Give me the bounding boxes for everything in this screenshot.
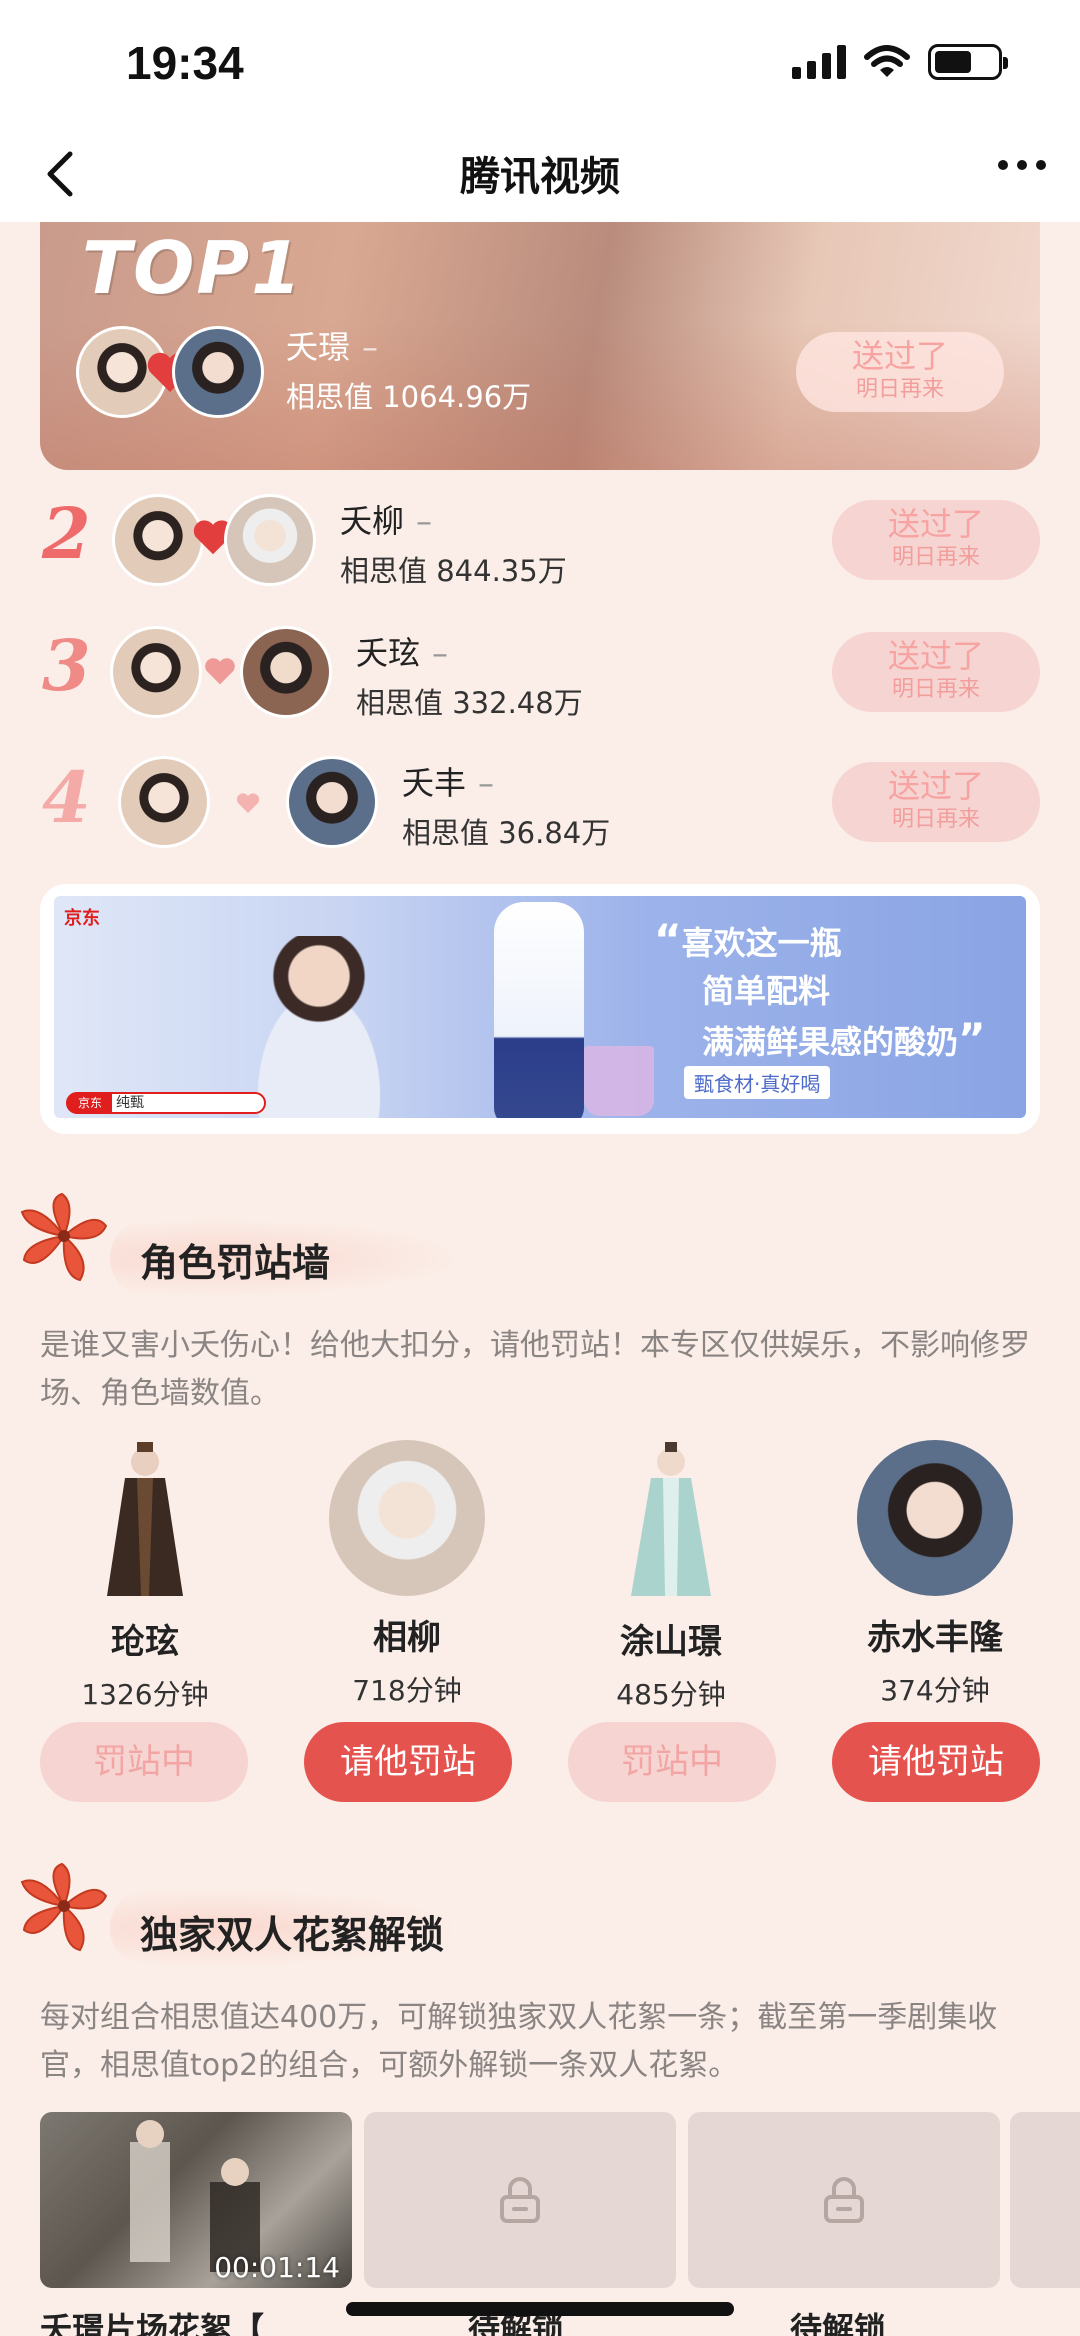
rank-number: 2 <box>42 492 91 575</box>
sent-button[interactable]: 送过了 明日再来 <box>796 332 1004 412</box>
ad-model-image <box>224 936 414 1118</box>
character-minutes: 485分钟 <box>616 1678 726 1711</box>
pair-score: 相思值 1064.96万 <box>286 380 532 414</box>
ad-bottle-image <box>494 902 584 1118</box>
pair-score: 相思值 844.35万 <box>340 554 567 588</box>
flower-icon <box>20 1862 108 1952</box>
avatar <box>110 626 202 718</box>
avatar <box>224 494 316 586</box>
section-title: 独家双人花絮解锁 <box>140 1913 445 1957</box>
signal-icon <box>792 45 846 79</box>
video-card[interactable]: 00:01:14 <box>40 2112 352 2288</box>
card-label: 夭璟片场花絮【 <box>40 2310 265 2336</box>
pair-score: 相思值 36.84万 <box>402 816 611 850</box>
pair-score: 相思值 332.48万 <box>356 686 583 720</box>
ad-brand: 京东 <box>64 908 100 929</box>
character-minutes: 1326分钟 <box>81 1678 209 1711</box>
more-icon[interactable] <box>998 160 1046 170</box>
rank-number: 3 <box>42 624 91 707</box>
lock-icon <box>500 2177 540 2223</box>
section-desc: 是谁又害小夭伤心！给他大扣分，请他罚站！本专区仅供娱乐，不影响修罗场、角色墙数值… <box>40 1328 1030 1411</box>
wifi-icon <box>864 45 910 77</box>
avatar <box>118 756 210 848</box>
status-time: 19:34 <box>126 37 244 89</box>
ad-search-box: 纯甄 <box>66 1092 266 1114</box>
home-indicator[interactable] <box>346 2302 734 2316</box>
character-minutes: 718分钟 <box>352 1674 462 1707</box>
pair-name: 夭丰 – <box>402 764 495 802</box>
pair-name: 夭玹 – <box>356 634 449 672</box>
sent-button[interactable]: 送过了 明日再来 <box>832 500 1040 580</box>
character-name: 赤水丰隆 <box>867 1618 1003 1658</box>
character-name: 涂山璟 <box>620 1622 722 1662</box>
page-title: 腾讯视频 <box>460 154 620 200</box>
character-image <box>107 1442 183 1596</box>
character-image <box>329 1440 485 1596</box>
battery-icon <box>928 44 1008 80</box>
flower-icon <box>20 1192 108 1282</box>
ad-banner[interactable]: 京东 “喜欢这一瓶 简单配料 满满鲜果感的酸奶” 甄食材·真好喝 纯甄 <box>40 884 1040 1134</box>
character-card[interactable]: 相柳 718分钟 <box>302 1440 512 1709</box>
character-card[interactable]: 赤水丰隆 374分钟 <box>830 1440 1040 1709</box>
status-bar: 19:34 <box>0 0 1080 130</box>
penalty-button[interactable]: 请他罚站 <box>304 1722 512 1802</box>
avatar <box>286 756 378 848</box>
sent-button[interactable]: 送过了 明日再来 <box>832 632 1040 712</box>
card-label: 待解锁 <box>790 2310 887 2336</box>
avatar <box>112 494 204 586</box>
ad-tag: 甄食材·真好喝 <box>684 1066 831 1099</box>
penalty-button[interactable]: 请他罚站 <box>832 1722 1040 1802</box>
avatar <box>240 626 332 718</box>
character-name: 玱玹 <box>111 1622 179 1662</box>
sent-button[interactable]: 送过了 明日再来 <box>832 762 1040 842</box>
character-name: 相柳 <box>373 1618 441 1658</box>
ad-text: “喜欢这一瓶 简单配料 满满鲜果感的酸奶” <box>654 915 986 1063</box>
section-title: 角色罚站墙 <box>140 1241 331 1285</box>
lock-icon <box>824 2177 864 2223</box>
heart-icon <box>205 658 235 685</box>
penalty-button[interactable]: 罚站中 <box>568 1722 776 1802</box>
locked-card[interactable] <box>1010 2112 1080 2288</box>
ad-cup-image <box>584 1046 654 1116</box>
nav-bar: 腾讯视频 <box>0 130 1080 222</box>
character-image <box>631 1442 711 1596</box>
top1-banner: TOP1 夭璟 – 相思值 1064.96万 送过了 明日再来 <box>40 222 1040 470</box>
character-card[interactable]: 玱玹 1326分钟 <box>40 1440 250 1713</box>
section-desc: 每对组合相思值达400万，可解锁独家双人花絮一条；截至第一季剧集收官，相思值to… <box>40 2000 998 2083</box>
pair-name: 夭璟 – <box>286 328 379 366</box>
rank-number: 4 <box>42 756 91 839</box>
character-minutes: 374分钟 <box>880 1674 990 1707</box>
video-duration: 00:01:14 <box>214 2251 340 2284</box>
status-icons <box>792 44 1008 80</box>
pair-name: 夭柳 – <box>340 502 433 540</box>
locked-card[interactable] <box>364 2112 676 2288</box>
character-card[interactable]: 涂山璟 485分钟 <box>566 1440 776 1713</box>
locked-card[interactable] <box>688 2112 1000 2288</box>
penalty-button[interactable]: 罚站中 <box>40 1722 248 1802</box>
character-image <box>857 1440 1013 1596</box>
top1-label: TOP1 <box>82 226 304 310</box>
avatar <box>172 326 264 418</box>
heart-icon <box>236 793 260 813</box>
